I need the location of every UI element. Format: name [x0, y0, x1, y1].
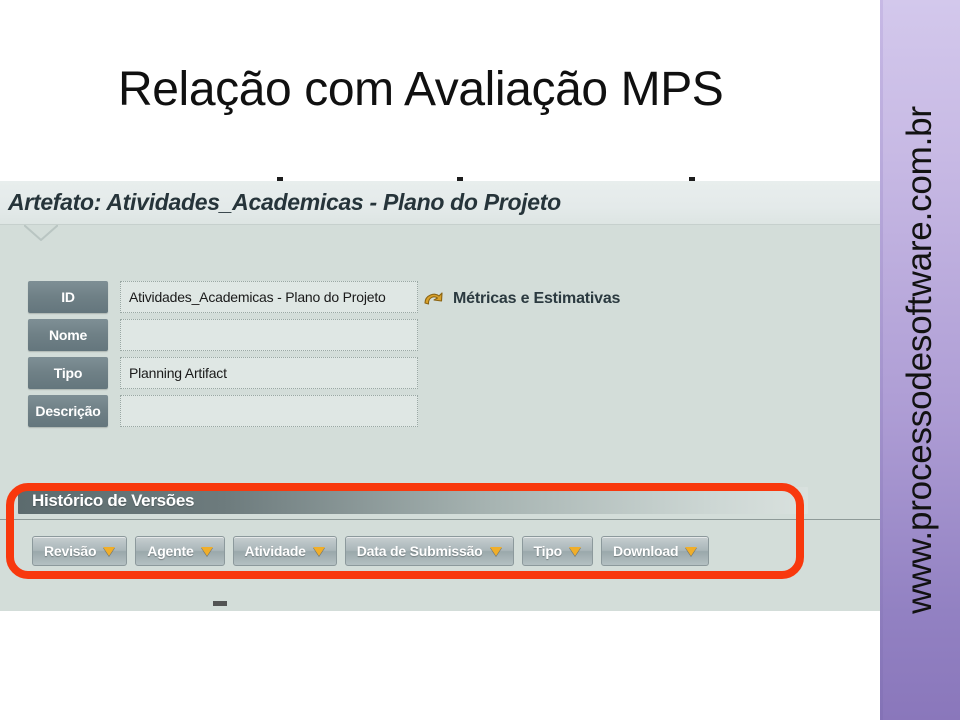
version-history-column-headers: Revisão Agente Atividade Data de Submiss…	[32, 536, 818, 566]
column-header-label: Tipo	[533, 543, 563, 559]
sort-caret-down-icon[interactable]	[569, 546, 582, 556]
embedded-app-screenshot: Artefato: Atividades_Academicas - Plano …	[0, 181, 886, 611]
form-row-id: ID Atividades_Academicas - Plano do Proj…	[28, 281, 418, 313]
field-value-nome[interactable]	[120, 319, 418, 351]
field-value-tipo[interactable]: Planning Artifact	[120, 357, 418, 389]
field-label-tipo: Tipo	[28, 357, 108, 389]
sort-caret-down-icon[interactable]	[312, 546, 325, 556]
version-history-section: Histórico de Versões Revisão Agente Ativ…	[18, 487, 818, 566]
sort-caret-down-icon[interactable]	[200, 546, 213, 556]
artifact-title: Artefato: Atividades_Academicas - Plano …	[8, 189, 561, 215]
form-row-tipo: Tipo Planning Artifact	[28, 357, 418, 389]
version-history-title-bar: Histórico de Versões	[18, 487, 808, 514]
column-header-label: Data de Submissão	[356, 543, 483, 559]
curved-arrow-icon	[422, 289, 444, 309]
side-band-edge	[880, 0, 883, 720]
page-title: Relação com Avaliação MPS	[118, 63, 724, 116]
version-history-title: Histórico de Versões	[32, 490, 195, 510]
column-header-agente[interactable]: Agente	[135, 536, 225, 566]
column-header-download[interactable]: Download	[601, 536, 710, 566]
sort-caret-down-icon[interactable]	[489, 546, 502, 556]
collapse-chevron-icon[interactable]	[24, 225, 58, 241]
column-header-data-de-submissao[interactable]: Data de Submissão	[344, 536, 514, 566]
metrics-and-estimates-link[interactable]: Métricas e Estimativas	[422, 289, 620, 309]
field-value-descricao[interactable]	[120, 395, 418, 427]
sort-caret-down-icon[interactable]	[103, 546, 116, 556]
column-header-label: Agente	[147, 543, 194, 559]
sort-caret-down-icon[interactable]	[685, 546, 698, 556]
field-label-nome: Nome	[28, 319, 108, 351]
metrics-link-label: Métricas e Estimativas	[453, 290, 621, 307]
slide-canvas: Relação com Avaliação MPS Artefato: Ativ…	[0, 0, 960, 720]
column-header-label: Revisão	[44, 543, 97, 559]
obscured-text-mark	[213, 601, 227, 606]
field-label-id: ID	[28, 281, 108, 313]
column-header-revisao[interactable]: Revisão	[32, 536, 128, 566]
field-value-id[interactable]: Atividades_Academicas - Plano do Projeto	[120, 281, 418, 313]
column-header-label: Atividade	[244, 543, 306, 559]
column-header-label: Download	[613, 543, 679, 559]
website-url-text: www.processodesoftware.com.br	[900, 106, 939, 614]
artifact-form: ID Atividades_Academicas - Plano do Proj…	[28, 281, 418, 433]
column-header-atividade[interactable]: Atividade	[232, 536, 337, 566]
column-header-tipo[interactable]: Tipo	[521, 536, 594, 566]
form-row-nome: Nome	[28, 319, 418, 351]
field-label-descricao: Descrição	[28, 395, 108, 427]
side-branding-band: www.processodesoftware.com.br	[880, 0, 960, 720]
form-row-descricao: Descrição	[28, 395, 418, 427]
app-header-bar: Artefato: Atividades_Academicas - Plano …	[0, 181, 886, 225]
